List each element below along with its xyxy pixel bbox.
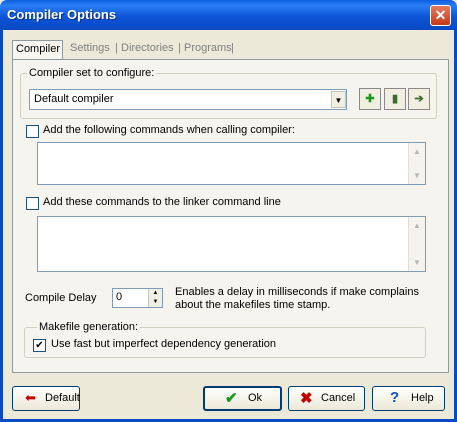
makefile-fast-dependency-checkbox[interactable]: ✔ (33, 339, 46, 352)
add-compiler-set-button[interactable]: ✚ (359, 88, 381, 110)
compiler-set-select[interactable]: Default compiler ▼ (29, 89, 347, 110)
tab-directories[interactable]: Directories (118, 40, 177, 59)
help-button-label: Help (411, 392, 434, 404)
delete-compiler-set-button[interactable]: ▮ (384, 88, 406, 110)
default-button[interactable]: ⬅ Default (12, 386, 80, 411)
cancel-button[interactable]: ✖ Cancel (288, 386, 365, 411)
compiler-commands-textarea[interactable]: ▲ ▼ (37, 142, 426, 185)
compile-delay-description-2: about the makefiles time stamp. (175, 299, 331, 311)
linker-commands-textarea[interactable]: ▲ ▼ (37, 216, 426, 272)
compiler-set-value: Default compiler (34, 93, 114, 105)
tab-strip: Compiler Settings | Directories | Progra… (12, 40, 452, 60)
makefile-group-label: Makefile generation: (37, 321, 141, 333)
tab-compiler[interactable]: Compiler (12, 40, 63, 60)
compile-delay-spinner[interactable]: 0 ▲ ▼ (112, 288, 163, 308)
chevron-down-icon[interactable]: ▼ (331, 91, 346, 108)
x-icon: ✖ (300, 390, 313, 407)
compiler-set-label: Compiler set to configure: (27, 67, 157, 79)
rename-arrow-icon: ➔ (414, 93, 424, 105)
compiler-commands-checkbox[interactable] (26, 125, 39, 138)
window-border-left (0, 30, 3, 422)
default-button-label: Default (45, 392, 80, 404)
compile-delay-description-1: Enables a delay in milliseconds if make … (175, 286, 419, 298)
linker-commands-scrollbar[interactable]: ▲ ▼ (408, 217, 425, 271)
linker-commands-checkbox[interactable] (26, 197, 39, 210)
tab-settings[interactable]: Settings (67, 40, 113, 59)
spinner-arrows-icon[interactable]: ▲ ▼ (148, 289, 162, 307)
rename-compiler-set-button[interactable]: ➔ (408, 88, 430, 110)
checkmark-icon: ✔ (225, 390, 238, 407)
scroll-up-icon[interactable]: ▲ (410, 218, 424, 233)
compile-delay-value: 0 (116, 291, 123, 303)
makefile-fast-dependency-label: Use fast but imperfect dependency genera… (51, 338, 277, 350)
close-icon: ✕ (434, 7, 447, 23)
help-button[interactable]: ? Help (372, 386, 445, 411)
linker-commands-label: Add these commands to the linker command… (43, 196, 281, 208)
compiler-commands-label: Add the following commands when calling … (43, 124, 295, 136)
scroll-down-icon[interactable]: ▼ (410, 255, 424, 270)
scroll-up-icon[interactable]: ▲ (410, 144, 424, 159)
close-button[interactable]: ✕ (430, 5, 451, 26)
trash-icon: ▮ (391, 93, 399, 105)
plus-icon: ✚ (365, 93, 375, 105)
ok-button-label: Ok (248, 392, 263, 404)
tab-programs[interactable]: Programs (181, 40, 235, 59)
cancel-button-label: Cancel (321, 392, 356, 404)
question-mark-icon: ? (390, 389, 400, 406)
tab-separator: | (231, 42, 234, 54)
checkmark-icon: ✔ (35, 340, 44, 351)
compile-delay-label: Compile Delay (25, 292, 97, 304)
compiler-commands-scrollbar[interactable]: ▲ ▼ (408, 143, 425, 184)
window-title: Compiler Options (7, 7, 117, 22)
scroll-down-icon[interactable]: ▼ (410, 168, 424, 183)
ok-button[interactable]: ✔ Ok (203, 386, 282, 411)
arrow-left-icon: ⬅ (25, 390, 36, 405)
